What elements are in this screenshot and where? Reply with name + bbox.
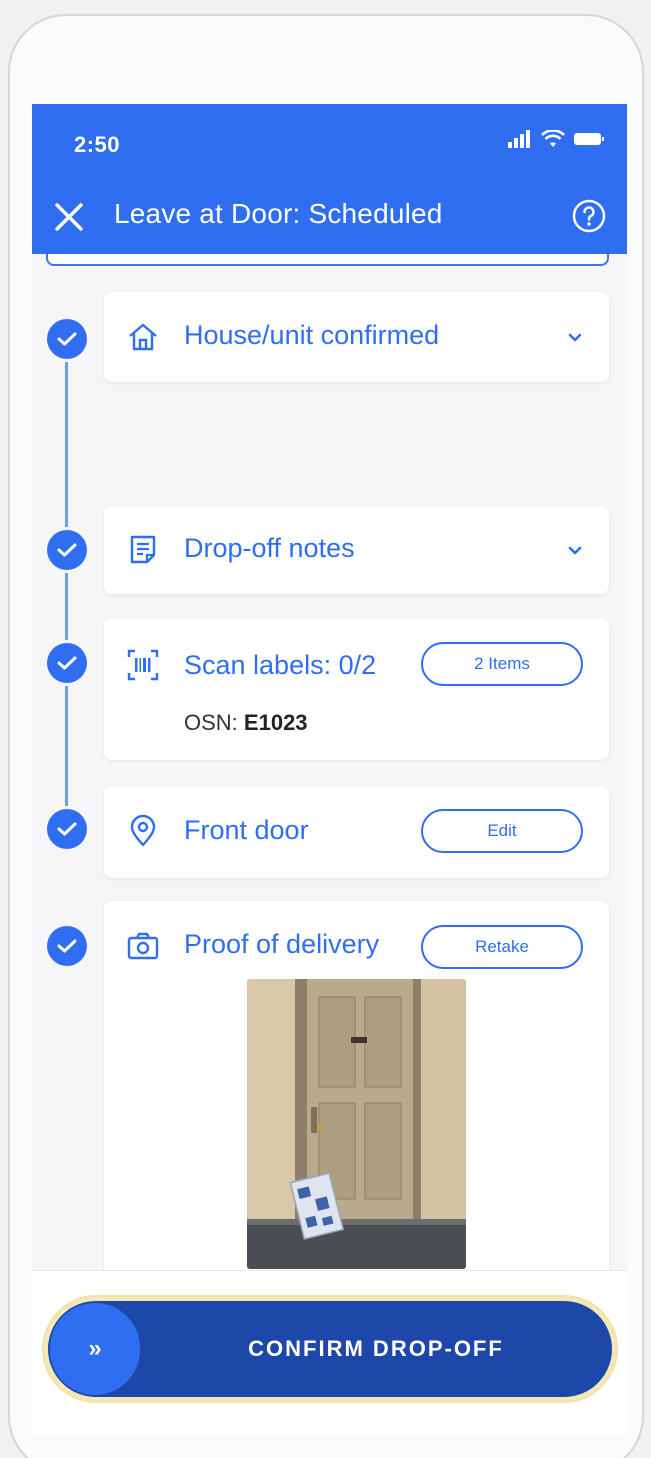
signal-icon [508,130,530,148]
notes-icon [130,535,156,564]
check-icon [57,822,77,836]
previous-card-edge [46,254,609,266]
chevron-down-icon[interactable] [565,328,585,348]
osn-value: E1023 [243,710,308,735]
step-complete-icon [47,926,87,966]
status-time: 2:50 [74,132,121,157]
step-complete-icon [47,643,87,683]
step-label-notes: Drop-off notes [184,533,355,563]
location-pin-icon [130,814,156,847]
app-screen: 2:50 Leave at Door: Scheduled House/unit… [32,104,627,1434]
steps-list: House/unit confirmed Drop-off notes Scan… [32,254,627,1294]
app-header: 2:50 Leave at Door: Scheduled [32,104,627,254]
confirm-dropoff-button[interactable]: » CONFIRM DROP-OFF [44,1297,616,1401]
items-button[interactable]: 2 Items [421,642,583,686]
retake-button[interactable]: Retake [421,925,583,969]
dropoff-notes-card[interactable]: Drop-off notes [104,506,609,594]
check-icon [57,939,77,953]
double-chevron-right-icon: » [88,1335,102,1362]
proof-of-delivery-card: Proof of delivery Retake [104,901,609,1294]
proof-of-delivery-photo[interactable] [247,979,466,1269]
step-label-scan: Scan labels: 0/2 [184,650,377,680]
check-icon [57,656,77,670]
camera-icon [127,932,159,960]
check-icon [57,543,77,557]
scan-labels-card: Scan labels: 0/2 2 Items OSN: E1023 [104,618,609,760]
house-confirmed-card[interactable]: House/unit confirmed [104,292,609,382]
edit-button[interactable]: Edit [421,809,583,853]
timeline-line [65,338,68,844]
osn-text: OSN: E1023 [184,710,308,736]
step-complete-icon [47,809,87,849]
step-complete-icon [47,530,87,570]
osn-label: OSN: [184,710,238,735]
chevron-down-icon[interactable] [565,541,585,561]
home-icon [129,323,157,351]
wifi-icon [541,130,565,147]
check-icon [57,332,77,346]
footer-bar: » CONFIRM DROP-OFF [32,1270,627,1434]
barcode-scan-icon [127,649,159,681]
step-label-house: House/unit confirmed [184,320,440,350]
step-complete-icon [47,319,87,359]
front-door-card: Front door Edit [104,786,609,878]
help-icon[interactable] [571,198,607,234]
page-title: Leave at Door: Scheduled [114,198,443,229]
step-label-front-door: Front door [184,815,309,845]
battery-icon [574,133,604,145]
confirm-dropoff-label: CONFIRM DROP-OFF [248,1336,504,1361]
close-icon[interactable] [52,200,86,234]
swipe-handle[interactable]: » [50,1303,140,1395]
status-icons [507,130,605,148]
step-label-proof: Proof of delivery [184,929,380,959]
